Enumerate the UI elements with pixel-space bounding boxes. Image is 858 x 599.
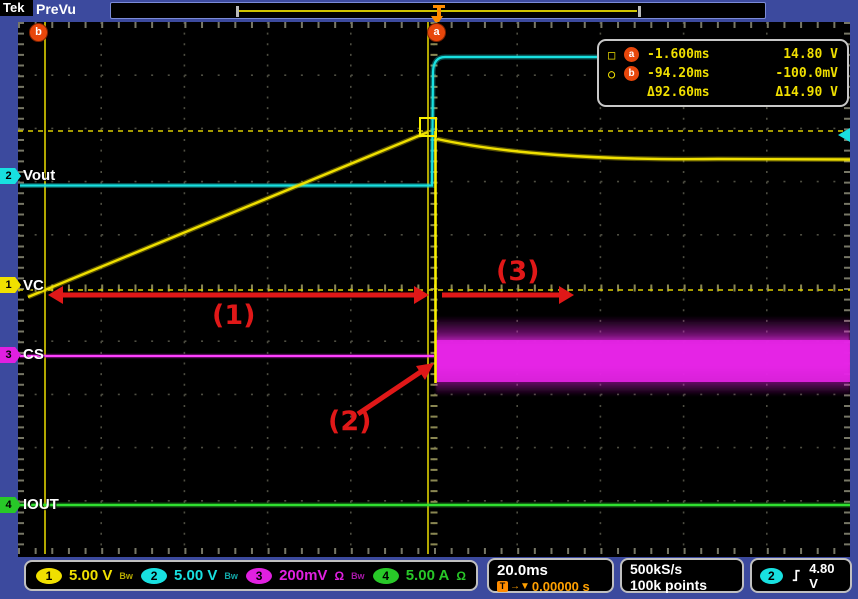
cursor-delta-time: Δ92.60ms (647, 85, 752, 100)
cursor-readout-panel: □ a -1.600ms 14.80 V ○ b -94.20ms -100.0… (597, 39, 849, 107)
ch1-badge[interactable]: 1 (36, 568, 62, 584)
cursor-delta-value: Δ14.90 V (752, 85, 838, 100)
trigger-level-value: 4.80 V (809, 561, 842, 591)
ch4-menu-button[interactable]: 4 5.00 A Ω (373, 567, 466, 584)
cursor-a-readout-row: □ a -1.600ms 14.80 V (608, 45, 838, 64)
ch2-scale: 5.00 V (174, 567, 217, 584)
oscilloscope-screen: Tek PreVu (0, 0, 858, 599)
trigger-panel[interactable]: 2 4.80 V (750, 558, 852, 593)
ch3-scale: 200mV (279, 567, 327, 584)
trigger-position-t-stem (437, 5, 441, 16)
ch3-menu-button[interactable]: 3 200mV Ω Bw (246, 567, 365, 584)
window-right-bracket (638, 6, 641, 17)
ch2-menu-button[interactable]: 2 5.00 V Bw (141, 567, 238, 584)
ch2-bandwidth-icon: Bw (224, 571, 238, 581)
ch3-label: CS (23, 346, 44, 363)
cursor-a-badge: a (624, 47, 639, 62)
timebase-panel[interactable]: 20.0ms T →▼ 0.00000 s (487, 558, 614, 593)
horizontal-position-value: 0.00000 s (532, 579, 590, 594)
ch2-label: Vout (23, 167, 55, 184)
cursor-delta-readout-row: Δ92.60ms Δ14.90 V (608, 83, 838, 102)
ch1-label: VC (23, 277, 44, 294)
horizontal-position-row: T →▼ 0.00000 s (497, 579, 612, 594)
ch1-scale: 5.00 V (69, 567, 112, 584)
cursor-b-readout-row: ○ b -94.20ms -100.0mV (608, 64, 838, 83)
ch4-badge[interactable]: 4 (373, 568, 399, 584)
window-left-bracket (236, 6, 239, 17)
cursor-b-badge: b (624, 66, 639, 81)
ch1-bandwidth-icon: Bw (119, 571, 133, 581)
cursor-a-square-icon: □ (608, 48, 624, 62)
cursor-b-value: -100.0mV (752, 66, 838, 81)
ch2-badge[interactable]: 2 (141, 568, 167, 584)
annotation-2-label: (2) (328, 406, 371, 437)
ch4-label: IOUT (23, 496, 59, 513)
rising-edge-icon (791, 568, 801, 583)
sample-rate: 500kS/s (630, 561, 742, 577)
trigger-source-badge: 2 (760, 568, 783, 584)
annotation-1-label: (1) (212, 300, 255, 331)
ch1-menu-button[interactable]: 1 5.00 V Bw (36, 567, 133, 584)
record-length: 100k points (630, 577, 742, 593)
cursor-b-circle-icon: ○ (608, 67, 624, 81)
acquisition-status: PreVu (36, 1, 76, 17)
timebase-scale: 20.0ms (497, 562, 612, 579)
channel-settings-bar: 1 5.00 V Bw 2 5.00 V Bw 3 200mV Ω Bw 4 5… (24, 560, 478, 591)
cursor-a-value: 14.80 V (752, 47, 838, 62)
trigger-t-icon: T (497, 581, 508, 592)
cursor-a-time: -1.600ms (647, 47, 752, 62)
ch4-scale: 5.00 A (406, 567, 450, 584)
top-status-bar: Tek PreVu (0, 0, 858, 22)
annotation-3-label: (3) (496, 256, 539, 287)
cursor-a-marker[interactable]: a (427, 23, 446, 42)
trigger-arrows-icon: →▼ (510, 581, 530, 592)
cursor-b-time: -94.20ms (647, 66, 752, 81)
ch3-badge[interactable]: 3 (246, 568, 272, 584)
ch4-impedance-icon: Ω (456, 569, 466, 583)
tek-logo: Tek (0, 0, 33, 16)
ch3-impedance-icon: Ω (334, 569, 344, 583)
cursor-b-marker[interactable]: b (29, 23, 48, 42)
acquisition-panel[interactable]: 500kS/s 100k points (620, 558, 744, 593)
ch3-bandwidth-icon: Bw (351, 571, 365, 581)
